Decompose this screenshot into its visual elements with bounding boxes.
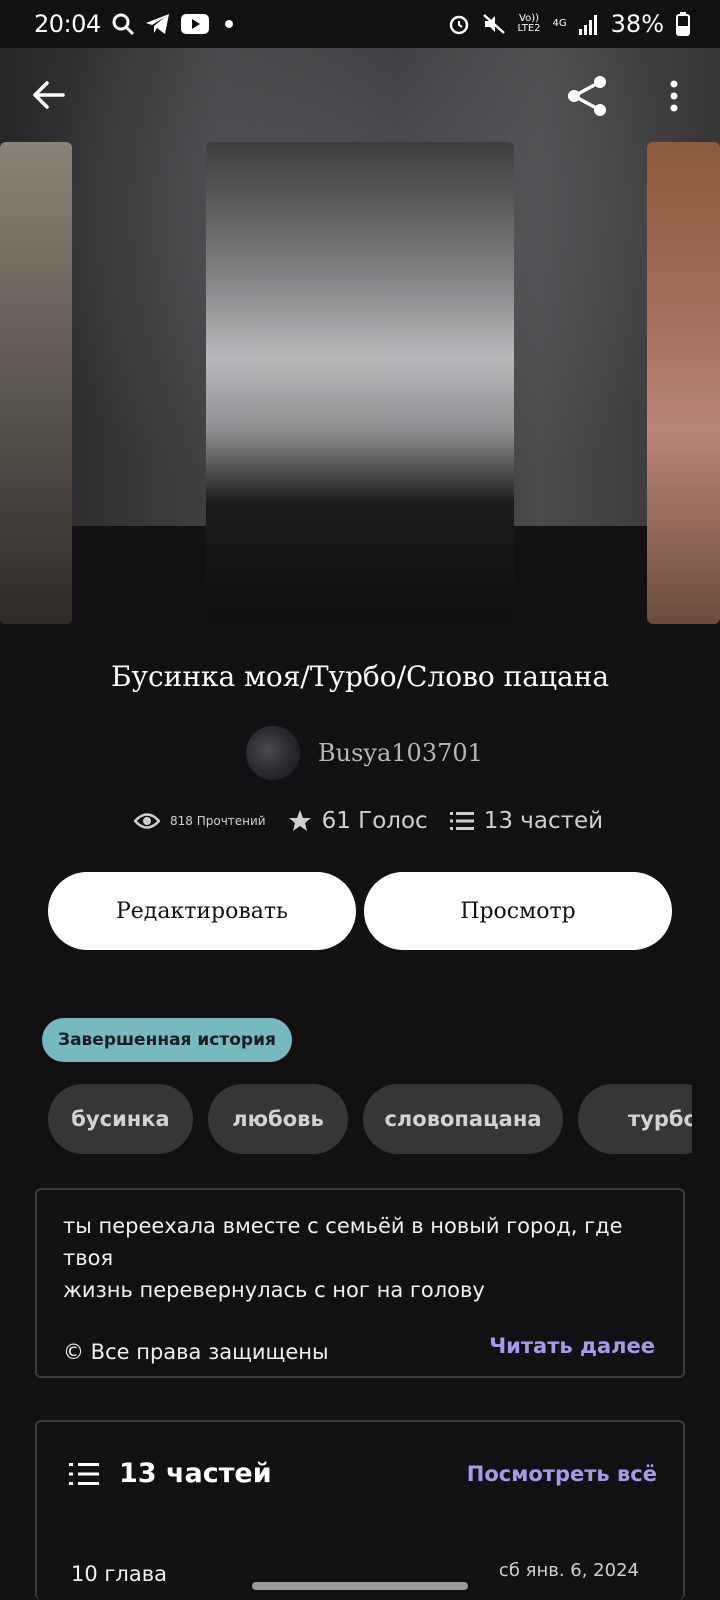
- status-time: 20:04: [34, 10, 101, 38]
- arrow-left-icon: [33, 81, 65, 109]
- star-icon: [288, 810, 311, 831]
- youtube-icon: [180, 14, 209, 34]
- status-badge: Завершенная история: [42, 1018, 292, 1062]
- share-icon: [568, 76, 606, 116]
- parts-title: 13 частей: [119, 1458, 272, 1489]
- story-title: Бусинка моя/Турбо/Слово пацана: [110, 660, 610, 693]
- description-box[interactable]: ты переехала вместе с семьёй в новый гор…: [35, 1188, 685, 1378]
- author-link[interactable]: Busya103701: [246, 726, 483, 780]
- parts-stat: 13 частей: [449, 808, 604, 834]
- chapter-date: сб янв. 6, 2024: [498, 1560, 639, 1581]
- network-gen: 4G: [552, 18, 567, 29]
- read-more-link[interactable]: Читать далее: [489, 1334, 655, 1358]
- votes-stat: 61 Голос: [288, 808, 428, 834]
- reads-stat: 818 Прочтений: [134, 812, 266, 830]
- tag-chip[interactable]: любовь: [208, 1084, 348, 1154]
- parts-section: 13 частей Посмотреть всё 10 глава сб янв…: [35, 1420, 685, 1600]
- battery-level: 38%: [610, 10, 664, 38]
- tag-chip[interactable]: бусинка: [48, 1084, 193, 1154]
- status-bar: 20:04 Vo)) LTE2 4G 38%: [0, 0, 720, 48]
- author-name[interactable]: Busya103701: [318, 739, 483, 767]
- network-indicator: Vo)) LTE2: [517, 13, 541, 34]
- search-icon: [112, 13, 134, 36]
- signal-icon: [578, 15, 597, 35]
- mute-icon: [482, 14, 505, 34]
- battery-icon: [676, 12, 690, 36]
- description-line: жизнь перевернулась с ног на голову: [63, 1278, 485, 1302]
- preview-button[interactable]: Просмотр: [364, 872, 672, 950]
- cover-next[interactable]: [647, 142, 720, 624]
- tag-chip[interactable]: турбо: [578, 1084, 692, 1154]
- cover-main[interactable]: [206, 142, 514, 624]
- share-button[interactable]: [560, 68, 616, 124]
- cover-previous[interactable]: [0, 142, 72, 624]
- more-vertical-icon: [670, 80, 678, 112]
- description-line: ты переехала вместе с семьёй в новый гор…: [63, 1214, 623, 1270]
- parts-header: 13 частей: [69, 1458, 272, 1489]
- reads-count: 818 Прочтений: [170, 814, 266, 828]
- tag-chip[interactable]: словопацана: [363, 1084, 563, 1154]
- tags-row: бусинка любовь словопацана турбо: [48, 1084, 692, 1154]
- home-indicator[interactable]: [252, 1582, 468, 1590]
- parts-count: 13 частей: [483, 808, 604, 834]
- see-all-link[interactable]: Посмотреть всё: [467, 1462, 657, 1486]
- votes-count: 61 Голос: [321, 808, 428, 834]
- telegram-icon: [145, 14, 169, 34]
- eye-icon: [134, 813, 160, 829]
- edit-button[interactable]: Редактировать: [48, 872, 356, 950]
- chapter-title[interactable]: 10 глава: [71, 1562, 167, 1586]
- avatar[interactable]: [246, 726, 300, 780]
- notification-dot-icon: [224, 20, 233, 28]
- list-icon: [69, 1462, 99, 1485]
- top-bar: [0, 48, 720, 138]
- list-icon: [449, 812, 474, 830]
- more-options-button[interactable]: [654, 70, 694, 122]
- back-button[interactable]: [22, 70, 76, 120]
- alarm-icon: [449, 15, 468, 35]
- story-stats: 818 Прочтений 61 Голос 13 частей: [134, 808, 603, 834]
